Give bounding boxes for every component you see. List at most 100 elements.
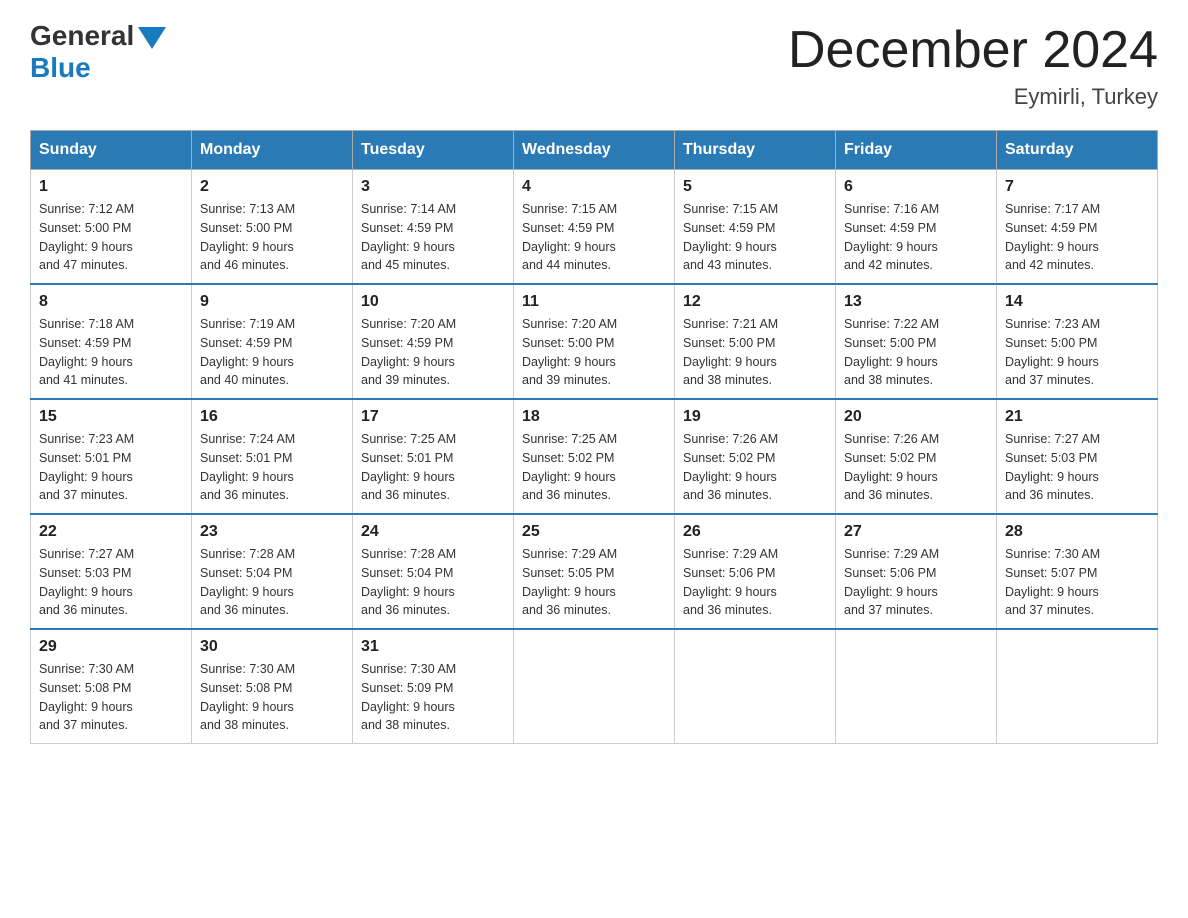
day-number: 21 <box>1005 408 1149 426</box>
day-info: Sunrise: 7:28 AMSunset: 5:04 PMDaylight:… <box>200 545 344 620</box>
day-number: 23 <box>200 523 344 541</box>
day-info: Sunrise: 7:26 AMSunset: 5:02 PMDaylight:… <box>683 430 827 505</box>
day-number: 20 <box>844 408 988 426</box>
day-number: 3 <box>361 178 505 196</box>
calendar-header-row: SundayMondayTuesdayWednesdayThursdayFrid… <box>31 131 1158 170</box>
calendar-header-sunday: Sunday <box>31 131 192 170</box>
day-info: Sunrise: 7:17 AMSunset: 4:59 PMDaylight:… <box>1005 200 1149 275</box>
day-info: Sunrise: 7:20 AMSunset: 5:00 PMDaylight:… <box>522 315 666 390</box>
day-info: Sunrise: 7:24 AMSunset: 5:01 PMDaylight:… <box>200 430 344 505</box>
day-number: 17 <box>361 408 505 426</box>
day-info: Sunrise: 7:23 AMSunset: 5:01 PMDaylight:… <box>39 430 183 505</box>
day-info: Sunrise: 7:14 AMSunset: 4:59 PMDaylight:… <box>361 200 505 275</box>
day-number: 7 <box>1005 178 1149 196</box>
calendar-cell <box>997 629 1158 744</box>
day-info: Sunrise: 7:25 AMSunset: 5:01 PMDaylight:… <box>361 430 505 505</box>
subtitle: Eymirli, Turkey <box>788 84 1158 110</box>
calendar-cell: 11 Sunrise: 7:20 AMSunset: 5:00 PMDayligh… <box>514 284 675 399</box>
calendar-cell: 27Sunrise: 7:29 AMSunset: 5:06 PMDayligh… <box>836 514 997 629</box>
day-info: Sunrise: 7:23 AMSunset: 5:00 PMDaylight:… <box>1005 315 1149 390</box>
calendar-cell: 3 Sunrise: 7:14 AMSunset: 4:59 PMDaylight… <box>353 170 514 285</box>
day-number: 28 <box>1005 523 1149 541</box>
calendar-cell <box>836 629 997 744</box>
day-number: 8 <box>39 293 183 311</box>
day-info: Sunrise: 7:25 AMSunset: 5:02 PMDaylight:… <box>522 430 666 505</box>
calendar-week-row: 29Sunrise: 7:30 AMSunset: 5:08 PMDayligh… <box>31 629 1158 744</box>
calendar-cell: 20 Sunrise: 7:26 AMSunset: 5:02 PMDayligh… <box>836 399 997 514</box>
day-info: Sunrise: 7:29 AMSunset: 5:06 PMDaylight:… <box>683 545 827 620</box>
calendar-table: SundayMondayTuesdayWednesdayThursdayFrid… <box>30 130 1158 744</box>
day-info: Sunrise: 7:13 AMSunset: 5:00 PMDaylight:… <box>200 200 344 275</box>
day-info: Sunrise: 7:16 AMSunset: 4:59 PMDaylight:… <box>844 200 988 275</box>
day-info: Sunrise: 7:28 AMSunset: 5:04 PMDaylight:… <box>361 545 505 620</box>
calendar-cell: 24 Sunrise: 7:28 AMSunset: 5:04 PMDayligh… <box>353 514 514 629</box>
day-number: 12 <box>683 293 827 311</box>
calendar-cell: 8 Sunrise: 7:18 AMSunset: 4:59 PMDaylight… <box>31 284 192 399</box>
day-number: 13 <box>844 293 988 311</box>
day-number: 14 <box>1005 293 1149 311</box>
day-info: Sunrise: 7:15 AMSunset: 4:59 PMDaylight:… <box>683 200 827 275</box>
page-header: General Blue December 2024 Eymirli, Turk… <box>30 20 1158 110</box>
calendar-cell: 25 Sunrise: 7:29 AMSunset: 5:05 PMDayligh… <box>514 514 675 629</box>
day-number: 11 <box>522 293 666 311</box>
day-number: 9 <box>200 293 344 311</box>
day-number: 25 <box>522 523 666 541</box>
calendar-header-wednesday: Wednesday <box>514 131 675 170</box>
calendar-week-row: 15 Sunrise: 7:23 AMSunset: 5:01 PMDayligh… <box>31 399 1158 514</box>
day-number: 31 <box>361 638 505 656</box>
calendar-cell: 19 Sunrise: 7:26 AMSunset: 5:02 PMDayligh… <box>675 399 836 514</box>
day-info: Sunrise: 7:29 AMSunset: 5:06 PMDaylight:… <box>844 545 988 620</box>
calendar-cell <box>514 629 675 744</box>
day-number: 22 <box>39 523 183 541</box>
day-number: 5 <box>683 178 827 196</box>
day-number: 19 <box>683 408 827 426</box>
day-info: Sunrise: 7:19 AMSunset: 4:59 PMDaylight:… <box>200 315 344 390</box>
calendar-cell: 14 Sunrise: 7:23 AMSunset: 5:00 PMDayligh… <box>997 284 1158 399</box>
calendar-cell: 31 Sunrise: 7:30 AMSunset: 5:09 PMDayligh… <box>353 629 514 744</box>
calendar-cell: 6 Sunrise: 7:16 AMSunset: 4:59 PMDaylight… <box>836 170 997 285</box>
day-info: Sunrise: 7:21 AMSunset: 5:00 PMDaylight:… <box>683 315 827 390</box>
day-info: Sunrise: 7:15 AMSunset: 4:59 PMDaylight:… <box>522 200 666 275</box>
logo: General Blue <box>30 20 166 84</box>
title-section: December 2024 Eymirli, Turkey <box>788 20 1158 110</box>
calendar-cell: 28 Sunrise: 7:30 AMSunset: 5:07 PMDayligh… <box>997 514 1158 629</box>
calendar-cell: 18Sunrise: 7:25 AMSunset: 5:02 PMDayligh… <box>514 399 675 514</box>
calendar-cell: 13 Sunrise: 7:22 AMSunset: 5:00 PMDayligh… <box>836 284 997 399</box>
calendar-cell: 4 Sunrise: 7:15 AMSunset: 4:59 PMDaylight… <box>514 170 675 285</box>
calendar-header-thursday: Thursday <box>675 131 836 170</box>
day-info: Sunrise: 7:30 AMSunset: 5:08 PMDaylight:… <box>39 660 183 735</box>
calendar-cell: 26 Sunrise: 7:29 AMSunset: 5:06 PMDayligh… <box>675 514 836 629</box>
day-info: Sunrise: 7:18 AMSunset: 4:59 PMDaylight:… <box>39 315 183 390</box>
day-info: Sunrise: 7:30 AMSunset: 5:07 PMDaylight:… <box>1005 545 1149 620</box>
day-number: 24 <box>361 523 505 541</box>
calendar-cell: 17 Sunrise: 7:25 AMSunset: 5:01 PMDayligh… <box>353 399 514 514</box>
day-number: 4 <box>522 178 666 196</box>
calendar-cell: 16 Sunrise: 7:24 AMSunset: 5:01 PMDayligh… <box>192 399 353 514</box>
day-info: Sunrise: 7:20 AMSunset: 4:59 PMDaylight:… <box>361 315 505 390</box>
logo-triangle-icon <box>138 27 166 49</box>
day-info: Sunrise: 7:29 AMSunset: 5:05 PMDaylight:… <box>522 545 666 620</box>
calendar-week-row: 8 Sunrise: 7:18 AMSunset: 4:59 PMDaylight… <box>31 284 1158 399</box>
calendar-week-row: 1Sunrise: 7:12 AMSunset: 5:00 PMDaylight… <box>31 170 1158 285</box>
logo-general-text: General <box>30 20 134 52</box>
day-number: 15 <box>39 408 183 426</box>
main-title: December 2024 <box>788 20 1158 80</box>
day-info: Sunrise: 7:26 AMSunset: 5:02 PMDaylight:… <box>844 430 988 505</box>
day-number: 10 <box>361 293 505 311</box>
calendar-cell: 12 Sunrise: 7:21 AMSunset: 5:00 PMDayligh… <box>675 284 836 399</box>
calendar-cell: 5 Sunrise: 7:15 AMSunset: 4:59 PMDaylight… <box>675 170 836 285</box>
calendar-cell: 10 Sunrise: 7:20 AMSunset: 4:59 PMDayligh… <box>353 284 514 399</box>
day-info: Sunrise: 7:22 AMSunset: 5:00 PMDaylight:… <box>844 315 988 390</box>
day-number: 16 <box>200 408 344 426</box>
calendar-cell <box>675 629 836 744</box>
calendar-cell: 30Sunrise: 7:30 AMSunset: 5:08 PMDayligh… <box>192 629 353 744</box>
calendar-cell: 15 Sunrise: 7:23 AMSunset: 5:01 PMDayligh… <box>31 399 192 514</box>
calendar-week-row: 22Sunrise: 7:27 AMSunset: 5:03 PMDayligh… <box>31 514 1158 629</box>
day-number: 6 <box>844 178 988 196</box>
day-info: Sunrise: 7:30 AMSunset: 5:09 PMDaylight:… <box>361 660 505 735</box>
day-number: 26 <box>683 523 827 541</box>
day-number: 1 <box>39 178 183 196</box>
calendar-cell: 2Sunrise: 7:13 AMSunset: 5:00 PMDaylight… <box>192 170 353 285</box>
calendar-cell: 1Sunrise: 7:12 AMSunset: 5:00 PMDaylight… <box>31 170 192 285</box>
calendar-header-monday: Monday <box>192 131 353 170</box>
